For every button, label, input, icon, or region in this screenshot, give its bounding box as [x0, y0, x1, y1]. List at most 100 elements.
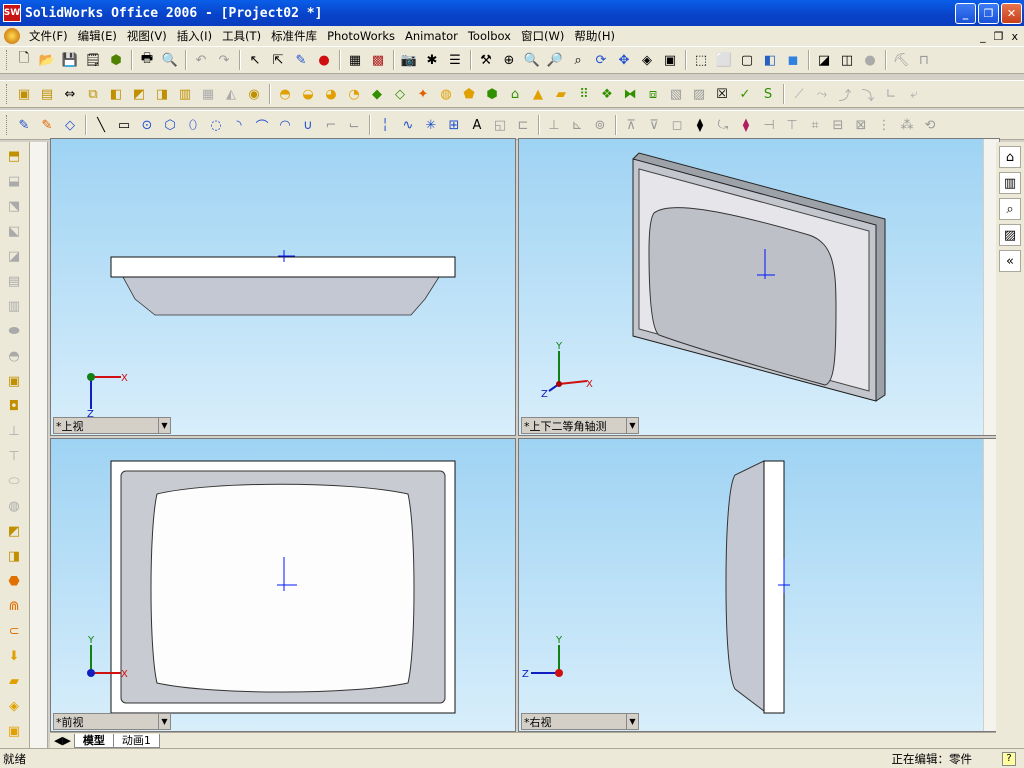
rotate-view-icon[interactable]: ⟳	[590, 49, 612, 71]
ellipse-icon[interactable]: ⬯	[182, 114, 204, 136]
hidden-lines-visible-icon[interactable]: ⬜	[713, 49, 735, 71]
construction-geometry-icon[interactable]: ⊥	[543, 114, 565, 136]
menu-tools[interactable]: 工具(T)	[217, 28, 266, 44]
dome-icon[interactable]: ◓	[274, 83, 296, 105]
left-flex-icon[interactable]: ⊥	[3, 420, 25, 442]
rib-icon[interactable]: ▥	[174, 83, 196, 105]
left-split-icon[interactable]: ◩	[3, 520, 25, 542]
left-fillet-icon[interactable]: ⋒	[3, 595, 25, 617]
hidden-lines-removed-icon[interactable]: ▢	[736, 49, 758, 71]
reference-geometry-icon[interactable]: ⌂	[504, 83, 526, 105]
wireframe-icon[interactable]: ⬚	[690, 49, 712, 71]
menu-file[interactable]: 文件(F)	[24, 28, 73, 44]
auto-balloon-icon[interactable]: ✱	[421, 49, 443, 71]
view-dropdown-icon[interactable]: ▼	[626, 418, 638, 433]
doc-close-button[interactable]: x	[1011, 30, 1018, 43]
zoom-selection-icon[interactable]: ⌕	[567, 49, 589, 71]
view-palette-icon[interactable]: ▨	[999, 224, 1021, 246]
offset-entities-icon[interactable]: ⊏	[512, 114, 534, 136]
left-revolve-icon[interactable]: ⬓	[3, 170, 25, 192]
list-icon[interactable]: ☰	[444, 49, 466, 71]
thicken-icon[interactable]: ▰	[550, 83, 572, 105]
delete-face-icon[interactable]: ☒	[711, 83, 733, 105]
tab-animation1[interactable]: 动画1	[112, 733, 160, 748]
measure-icon[interactable]: ⚒	[475, 49, 497, 71]
scroll-left-icon[interactable]: ◀▶	[50, 734, 75, 747]
left-rib-icon[interactable]: ▥	[3, 295, 25, 317]
centerpoint-arc-icon[interactable]: ◝	[228, 114, 250, 136]
sketch-driven-pattern-icon[interactable]: ▧	[665, 83, 687, 105]
flex-icon[interactable]: ◕	[320, 83, 342, 105]
left-combine-icon[interactable]: ◍	[3, 495, 25, 517]
shell-icon[interactable]: ▦	[197, 83, 219, 105]
indent-icon[interactable]: ◆	[366, 83, 388, 105]
redo-icon[interactable]: ↷	[213, 49, 235, 71]
sketch-edit-icon[interactable]: ✎	[13, 114, 35, 136]
standard-views-icon[interactable]: ▣	[659, 49, 681, 71]
text-icon[interactable]: A	[466, 114, 488, 136]
three-point-arc-icon[interactable]: ◠	[274, 114, 296, 136]
mirror-icon[interactable]: ⧓	[619, 83, 641, 105]
zoom-area-icon[interactable]: 🔍	[521, 49, 543, 71]
shape-icon[interactable]: ◒	[297, 83, 319, 105]
left-dome-icon[interactable]: ◓	[3, 345, 25, 367]
left-wrap-icon[interactable]: ⬬	[3, 320, 25, 342]
left-shell-icon[interactable]: ▣	[3, 370, 25, 392]
add-relation-icon[interactable]: ⌗	[804, 114, 826, 136]
convert-entities-icon[interactable]: ⊚	[589, 114, 611, 136]
options-icon[interactable]: ▦	[344, 49, 366, 71]
display-relations-icon[interactable]: ⊟	[827, 114, 849, 136]
intersect-icon[interactable]: ⬟	[458, 83, 480, 105]
collapse-pane-icon[interactable]: «	[999, 250, 1021, 272]
modify-sketch-icon[interactable]: ⟲	[919, 114, 941, 136]
left-plane-icon[interactable]: ▰	[3, 670, 25, 692]
extruded-cut-icon[interactable]: ▤	[36, 83, 58, 105]
menu-view[interactable]: 视图(V)	[122, 28, 172, 44]
shaded-icon[interactable]: ◼	[782, 49, 804, 71]
move-copy-body-icon[interactable]: ✦	[412, 83, 434, 105]
tangent-arc-icon[interactable]: ⌒	[251, 114, 273, 136]
centerline-icon[interactable]: ╎	[374, 114, 396, 136]
view-label-right[interactable]: *右视 ▼	[521, 713, 639, 730]
lofted-icon[interactable]: ◧	[105, 83, 127, 105]
viewport-front-view[interactable]: Y X *前视 ▼	[50, 438, 516, 732]
minimize-button[interactable]: _	[955, 2, 976, 24]
extend-entities-icon[interactable]: ⊽	[643, 114, 665, 136]
scale-entities-icon[interactable]: ⊣	[758, 114, 780, 136]
rebuild-icon[interactable]: ●	[313, 49, 335, 71]
left-surface-icon[interactable]: ⊂	[3, 620, 25, 642]
tab-model[interactable]: 模型	[73, 733, 114, 748]
feature-manager-collapsed-panel[interactable]	[30, 142, 48, 748]
menu-toolbox[interactable]: Toolbox	[463, 29, 516, 43]
realview-icon[interactable]: ●	[859, 49, 881, 71]
design-library-icon[interactable]: ▥	[999, 172, 1021, 194]
help-icon[interactable]: ?	[1002, 751, 1016, 766]
smart-dimension-icon[interactable]: ◇	[59, 114, 81, 136]
polygon-icon[interactable]: ⬡	[159, 114, 181, 136]
open-file-icon[interactable]: 📂	[36, 49, 58, 71]
dimension-icon[interactable]: ⊓	[913, 49, 935, 71]
view-dropdown-icon[interactable]: ▼	[158, 418, 170, 433]
left-draft-icon[interactable]: ◘	[3, 395, 25, 417]
split-entities-icon[interactable]: ◻	[666, 114, 688, 136]
copy-entities-icon[interactable]: ⧫	[735, 114, 757, 136]
parabola-icon[interactable]: ∪	[297, 114, 319, 136]
pan-icon[interactable]: ✥	[613, 49, 635, 71]
curve-driven-pattern-icon[interactable]: ⧈	[642, 83, 664, 105]
trim-entities-icon[interactable]: ⊼	[620, 114, 642, 136]
sketch-pattern-icon[interactable]: ⊤	[781, 114, 803, 136]
view-label-top[interactable]: *上视 ▼	[53, 417, 171, 434]
left-extrude-icon[interactable]: ⬒	[3, 145, 25, 167]
plane-icon[interactable]: ◱	[489, 114, 511, 136]
line-icon[interactable]: ╲	[90, 114, 112, 136]
offset-surface-icon[interactable]: ⤴	[834, 83, 856, 105]
left-curve-icon[interactable]: ⬣	[3, 570, 25, 592]
restore-button[interactable]: ❐	[978, 2, 999, 24]
doc-restore-button[interactable]: ❐	[994, 30, 1004, 43]
curve-icon[interactable]: ⬢	[481, 83, 503, 105]
rotate-entities-icon[interactable]: ⤿	[712, 114, 734, 136]
zoom-to-fit-icon[interactable]: ⊕	[498, 49, 520, 71]
extruded-boss-icon[interactable]: ▣	[13, 83, 35, 105]
left-boundary-icon[interactable]: ⬇	[3, 645, 25, 667]
left-coordinate-icon[interactable]: ▣	[3, 720, 25, 742]
